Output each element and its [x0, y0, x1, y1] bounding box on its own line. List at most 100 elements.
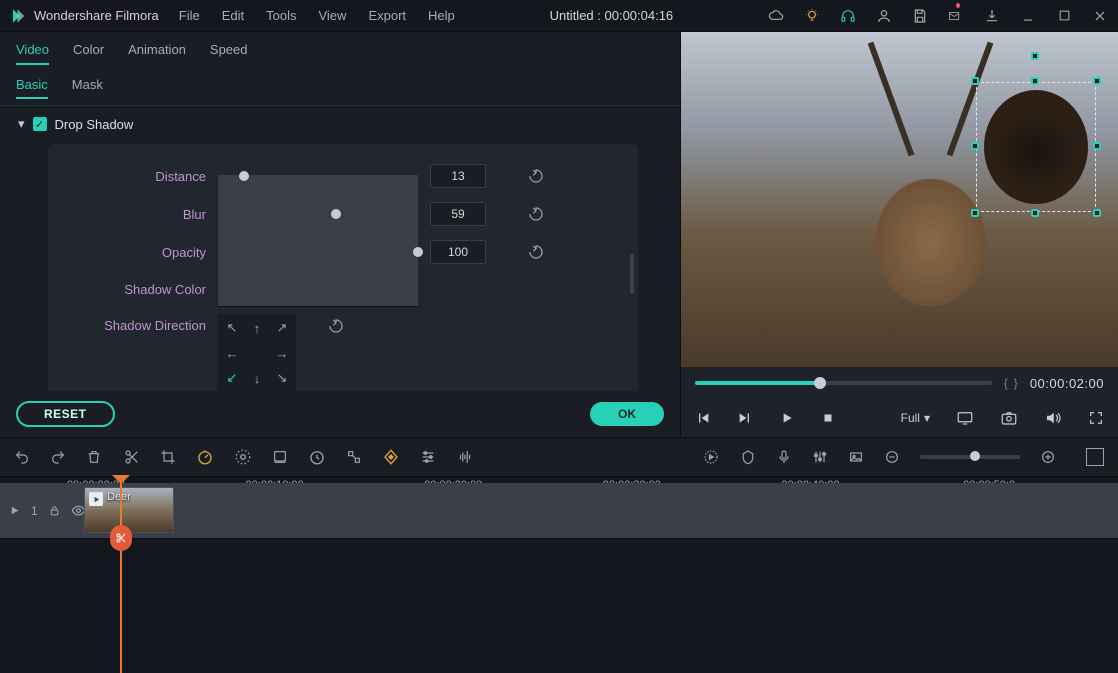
download-icon[interactable]: [984, 8, 1000, 24]
lightbulb-icon[interactable]: [804, 8, 820, 24]
zoom-out-icon[interactable]: [884, 449, 900, 465]
marker-icon[interactable]: [740, 449, 756, 465]
ok-button[interactable]: OK: [590, 402, 664, 426]
preview-timecode: 00:00:02:00: [1030, 376, 1104, 391]
zoom-fit-icon[interactable]: [1086, 448, 1104, 466]
headphones-icon[interactable]: [840, 8, 856, 24]
blur-slider[interactable]: [218, 207, 418, 221]
resize-handle-br[interactable]: [1093, 209, 1101, 217]
account-icon[interactable]: [876, 8, 892, 24]
opacity-label: Opacity: [66, 245, 206, 260]
zoom-slider[interactable]: [920, 455, 1020, 459]
mixer-icon[interactable]: [812, 449, 828, 465]
duration-icon[interactable]: [308, 448, 326, 466]
cloud-icon[interactable]: [768, 8, 784, 24]
tab-speed[interactable]: Speed: [210, 42, 248, 65]
main-area: Video Color Animation Speed Basic Mask ▾…: [0, 32, 1118, 437]
menu-edit[interactable]: Edit: [222, 8, 244, 23]
volume-icon[interactable]: [1044, 409, 1062, 427]
color-match-icon[interactable]: [234, 448, 252, 466]
dir-nw-icon[interactable]: ↖: [221, 317, 243, 339]
opacity-slider[interactable]: [218, 245, 418, 259]
tab-basic[interactable]: Basic: [16, 77, 48, 99]
quality-select[interactable]: Full ▾: [901, 411, 930, 425]
menu-tools[interactable]: Tools: [266, 8, 296, 23]
direction-grid[interactable]: ↖ ↑ ↗ ← → ↙ ↓ ↘: [218, 314, 296, 391]
drop-shadow-header[interactable]: ▾ ✓ Drop Shadow: [18, 116, 662, 132]
rotate-handle[interactable]: [1031, 52, 1039, 60]
adjust-icon[interactable]: [420, 449, 436, 465]
dir-center[interactable]: [246, 342, 268, 364]
tab-animation[interactable]: Animation: [128, 42, 186, 65]
playhead[interactable]: [120, 477, 122, 673]
menu-file[interactable]: File: [179, 8, 200, 23]
collapse-caret-icon[interactable]: ▾: [18, 116, 25, 132]
menu-view[interactable]: View: [318, 8, 346, 23]
record-voiceover-icon[interactable]: [776, 449, 792, 465]
preview-progress[interactable]: [695, 381, 992, 385]
scrollbar[interactable]: [630, 254, 634, 294]
resize-handle-lc[interactable]: [971, 142, 979, 150]
speed-icon[interactable]: [196, 448, 214, 466]
resize-handle-tc[interactable]: [1031, 77, 1039, 85]
blur-reset-icon[interactable]: [528, 206, 544, 222]
menu-help[interactable]: Help: [428, 8, 455, 23]
minimize-icon[interactable]: [1020, 8, 1036, 24]
green-screen-icon[interactable]: [272, 449, 288, 465]
dir-ne-icon[interactable]: ↗: [271, 317, 293, 339]
brace-open-icon[interactable]: {: [1004, 376, 1008, 390]
dir-e-icon[interactable]: →: [271, 342, 293, 364]
close-icon[interactable]: [1092, 8, 1108, 24]
shadow-direction-reset-icon[interactable]: [328, 314, 344, 334]
resize-handle-tr[interactable]: [1093, 77, 1101, 85]
opacity-value[interactable]: 100: [430, 240, 486, 264]
detach-icon[interactable]: [346, 449, 362, 465]
step-forward-icon[interactable]: [737, 410, 753, 426]
cut-handle-icon[interactable]: [110, 525, 132, 551]
undo-icon[interactable]: [14, 449, 30, 465]
dir-sw-icon[interactable]: ↙: [221, 367, 243, 389]
keyframe-icon[interactable]: [382, 448, 400, 466]
reset-button[interactable]: RESET: [16, 401, 115, 427]
resize-handle-rc[interactable]: [1093, 142, 1101, 150]
distance-value[interactable]: 13: [430, 164, 486, 188]
mail-icon[interactable]: [948, 8, 964, 24]
play-icon[interactable]: [779, 410, 795, 426]
redo-icon[interactable]: [50, 449, 66, 465]
preview-viewport[interactable]: [681, 32, 1118, 367]
fullscreen-icon[interactable]: [1088, 410, 1104, 426]
step-back-icon[interactable]: [695, 410, 711, 426]
blur-value[interactable]: 59: [430, 202, 486, 226]
resize-handle-bc[interactable]: [1031, 209, 1039, 217]
thumbnail-icon[interactable]: [848, 449, 864, 465]
resize-handle-tl[interactable]: [971, 77, 979, 85]
audio-wave-icon[interactable]: [456, 448, 474, 466]
tab-video[interactable]: Video: [16, 42, 49, 65]
distance-reset-icon[interactable]: [528, 168, 544, 184]
save-icon[interactable]: [912, 8, 928, 24]
track-1-body[interactable]: Deer: [82, 517, 1118, 538]
distance-slider[interactable]: [218, 169, 418, 183]
tab-mask[interactable]: Mask: [72, 77, 103, 99]
tab-color[interactable]: Color: [73, 42, 104, 65]
track-1-id: 1: [31, 517, 38, 518]
render-icon[interactable]: [702, 448, 720, 466]
zoom-in-icon[interactable]: [1040, 449, 1056, 465]
display-icon[interactable]: [956, 409, 974, 427]
dir-n-icon[interactable]: ↑: [246, 317, 268, 339]
opacity-reset-icon[interactable]: [528, 244, 544, 260]
dir-w-icon[interactable]: ←: [221, 342, 243, 364]
delete-icon[interactable]: [86, 449, 102, 465]
stop-icon[interactable]: [821, 411, 835, 425]
brace-close-icon[interactable]: }: [1014, 376, 1018, 390]
resize-handle-bl[interactable]: [971, 209, 979, 217]
crop-icon[interactable]: [160, 449, 176, 465]
split-icon[interactable]: [124, 449, 140, 465]
pip-selection[interactable]: [976, 82, 1096, 212]
dir-se-icon[interactable]: ↘: [271, 367, 293, 389]
snapshot-icon[interactable]: [1000, 409, 1018, 427]
drop-shadow-checkbox[interactable]: ✓: [33, 117, 47, 131]
maximize-icon[interactable]: [1056, 8, 1072, 24]
dir-s-icon[interactable]: ↓: [246, 367, 268, 389]
menu-export[interactable]: Export: [368, 8, 406, 23]
